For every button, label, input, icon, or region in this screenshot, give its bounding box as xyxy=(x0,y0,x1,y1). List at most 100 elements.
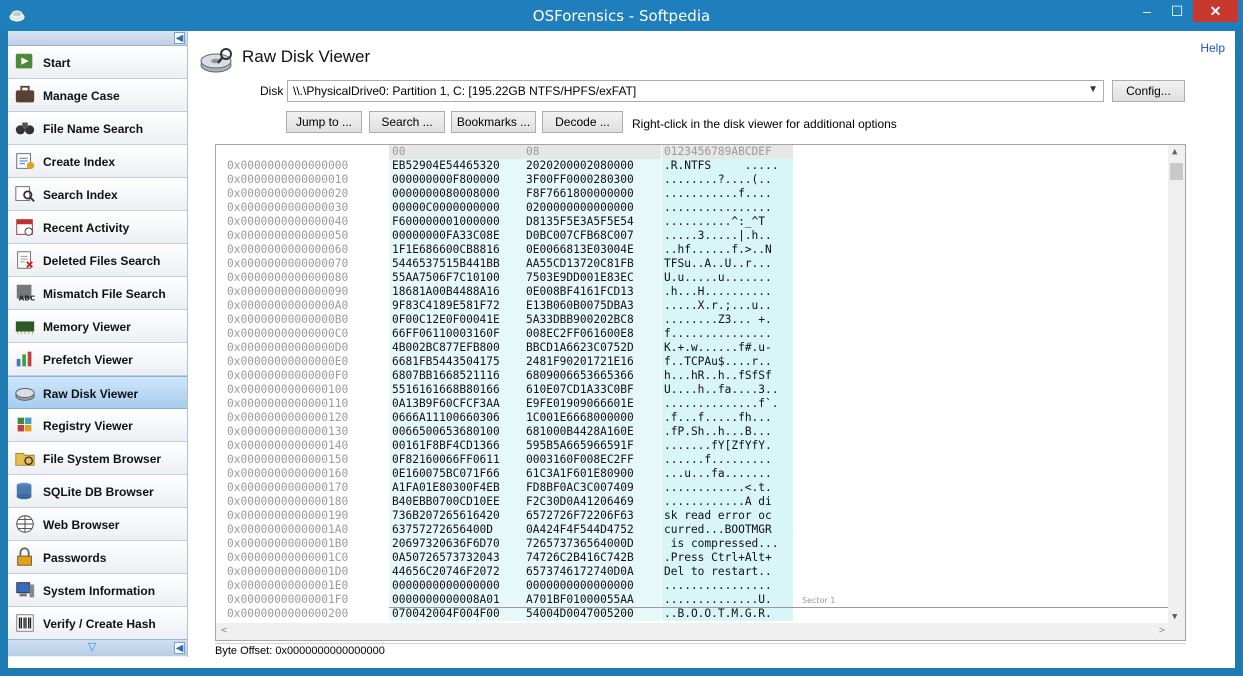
hex-bytes-0-7[interactable]: 0F00C12E0F00041E xyxy=(389,313,523,327)
hex-bytes-0-7[interactable]: F600000001000000 xyxy=(389,215,523,229)
scroll-left-icon[interactable]: < xyxy=(221,625,227,636)
ascii-text[interactable]: h...hR..h..fSfSf xyxy=(662,369,793,383)
sidebar-item-mismatch-file-search[interactable]: ABC Mismatch File Search xyxy=(8,277,187,310)
jump-to-button[interactable]: Jump to ... xyxy=(286,111,362,133)
sidebar-item-raw-disk-viewer[interactable]: Raw Disk Viewer xyxy=(8,376,187,409)
chevron-down-icon[interactable]: ▼ xyxy=(1088,84,1098,95)
hex-bytes-8-f[interactable]: 610E07CD1A33C0BF xyxy=(523,383,661,397)
hex-bytes-0-7[interactable]: B40EBB0700CD10EE xyxy=(389,495,523,509)
hex-bytes-8-f[interactable]: FD8BF0AC3C007409 xyxy=(523,481,661,495)
hex-column-1[interactable]: EB52904E54465320 000000000F800000 00000000… xyxy=(389,159,523,621)
horizontal-scrollbar[interactable]: < > xyxy=(216,623,1170,640)
ascii-text[interactable]: ..hf......f.>..N xyxy=(662,243,793,257)
maximize-button[interactable]: ☐ xyxy=(1163,0,1191,22)
hex-bytes-0-7[interactable]: 0000000000008A01 xyxy=(389,593,523,607)
hex-bytes-8-f[interactable]: 0000000000000000 xyxy=(523,579,661,593)
ascii-text[interactable]: ..........^:_^T xyxy=(662,215,793,229)
hex-bytes-0-7[interactable]: 736B207265616420 xyxy=(389,509,523,523)
hex-bytes-8-f[interactable]: BBCD1A6623C0752D xyxy=(523,341,661,355)
hex-bytes-8-f[interactable]: D8135F5E3A5F5E54 xyxy=(523,215,661,229)
hex-bytes-0-7[interactable]: 66FF06110003160F xyxy=(389,327,523,341)
hex-bytes-0-7[interactable]: 0E160075BC071F66 xyxy=(389,467,523,481)
hex-bytes-8-f[interactable]: 1C001E6668000000 xyxy=(523,411,661,425)
hex-bytes-0-7[interactable]: 0666A11100660306 xyxy=(389,411,523,425)
hex-bytes-0-7[interactable]: 1F1E686600CB8816 xyxy=(389,243,523,257)
sidebar-item-search-index[interactable]: Search Index xyxy=(8,178,187,211)
hex-bytes-0-7[interactable]: EB52904E54465320 xyxy=(389,159,523,173)
ascii-text[interactable]: ......f......... xyxy=(662,453,793,467)
hex-bytes-0-7[interactable]: 18681A00B4488A16 xyxy=(389,285,523,299)
hex-bytes-8-f[interactable]: 008EC2FF061600E8 xyxy=(523,327,661,341)
scroll-right-icon[interactable]: > xyxy=(1159,625,1165,636)
close-button[interactable]: ✕ xyxy=(1193,0,1238,22)
sidebar-item-prefetch-viewer[interactable]: Prefetch Viewer xyxy=(8,343,187,376)
hex-bytes-8-f[interactable]: F8F7661800000000 xyxy=(523,187,661,201)
hex-bytes-8-f[interactable]: 2020200002080000 xyxy=(523,159,661,173)
ascii-text[interactable]: ...u...fa....... xyxy=(662,467,793,481)
hex-bytes-0-7[interactable]: 000000000F800000 xyxy=(389,173,523,187)
hex-bytes-0-7[interactable]: 0000000080008000 xyxy=(389,187,523,201)
hex-bytes-8-f[interactable]: 7503E9DD001E83EC xyxy=(523,271,661,285)
ascii-text[interactable]: ........?....(.. xyxy=(662,173,793,187)
bookmarks-button[interactable]: Bookmarks ... xyxy=(451,111,536,133)
hex-bytes-8-f[interactable]: 6572726F72206F63 xyxy=(523,509,661,523)
ascii-text[interactable]: f............... xyxy=(662,327,793,341)
ascii-text[interactable]: f..TCPAu$....r.. xyxy=(662,355,793,369)
ascii-text[interactable]: .....3.....|.h.. xyxy=(662,229,793,243)
ascii-text[interactable]: .......fY[ZfYfY. xyxy=(662,439,793,453)
vertical-scrollbar[interactable]: ▲ ▼ xyxy=(1168,145,1185,624)
hex-bytes-0-7[interactable]: 5446537515B441BB xyxy=(389,257,523,271)
sidebar-item-sqlite-db-browser[interactable]: SQLite DB Browser xyxy=(8,475,187,508)
ascii-text[interactable]: U.u.....u....... xyxy=(662,271,793,285)
hex-bytes-0-7[interactable]: 6807BB1668521116 xyxy=(389,369,523,383)
sidebar-item-manage-case[interactable]: Manage Case xyxy=(8,79,187,112)
minimize-button[interactable]: – xyxy=(1133,0,1161,22)
hex-bytes-0-7[interactable]: 0000000000000000 xyxy=(389,579,523,593)
hex-bytes-8-f[interactable]: 54004D0047005200 xyxy=(523,607,661,621)
hex-bytes-0-7[interactable]: 9F83C4189E581F72 xyxy=(389,299,523,313)
sidebar-item-system-information[interactable]: System Information xyxy=(8,574,187,607)
hex-bytes-8-f[interactable]: 0003160F008EC2FF xyxy=(523,453,661,467)
ascii-text[interactable]: .R.NTFS ..... xyxy=(662,159,793,173)
ascii-text[interactable]: ............<.t. xyxy=(662,481,793,495)
ascii-text[interactable]: .Press Ctrl+Alt+ xyxy=(662,551,793,565)
hex-bytes-0-7[interactable]: 20697320636F6D70 xyxy=(389,537,523,551)
hex-bytes-8-f[interactable]: 2481F90201721E16 xyxy=(523,355,661,369)
hex-bytes-0-7[interactable]: 0A50726573732043 xyxy=(389,551,523,565)
hex-bytes-8-f[interactable]: 74726C2B416C742B xyxy=(523,551,661,565)
hex-column-2[interactable]: 2020200002080000 3F00FF0000280300 F8F76618… xyxy=(523,159,661,621)
scroll-up-icon[interactable]: ▲ xyxy=(1172,147,1177,157)
collapse-sidebar-button[interactable]: ◀ xyxy=(174,32,185,44)
hex-bytes-8-f[interactable]: E13B060B0075DBA3 xyxy=(523,299,661,313)
hex-bytes-8-f[interactable]: 6573746172740D0A xyxy=(523,565,661,579)
sidebar-item-recent-activity[interactable]: Recent Activity xyxy=(8,211,187,244)
sidebar-item-verify-create-hash[interactable]: Verify / Create Hash xyxy=(8,607,187,640)
ascii-text[interactable]: .h...H.......... xyxy=(662,285,793,299)
ascii-text[interactable]: sk read error oc xyxy=(662,509,793,523)
ascii-text[interactable]: ........Z3... +. xyxy=(662,313,793,327)
sidebar-item-start[interactable]: Start xyxy=(8,46,187,79)
hex-bytes-8-f[interactable]: AA55CD13720C81FB xyxy=(523,257,661,271)
hex-bytes-0-7[interactable]: 070042004F004F00 xyxy=(389,607,523,621)
hex-bytes-8-f[interactable]: 3F00FF0000280300 xyxy=(523,173,661,187)
hex-bytes-0-7[interactable]: A1FA01E80300F4EB xyxy=(389,481,523,495)
hex-bytes-8-f[interactable]: F2C30D0A41206469 xyxy=(523,495,661,509)
hex-bytes-8-f[interactable]: D0BC007CFB68C007 xyxy=(523,229,661,243)
scroll-down-icon[interactable]: ▼ xyxy=(1172,612,1177,622)
ascii-text[interactable]: ................ xyxy=(662,201,793,215)
hex-bytes-0-7[interactable]: 63757272656400D xyxy=(389,523,523,537)
ascii-text[interactable]: .....X.r.;...u.. xyxy=(662,299,793,313)
search-button[interactable]: Search ... xyxy=(369,111,445,133)
ascii-text[interactable]: Del to restart.. xyxy=(662,565,793,579)
hex-bytes-8-f[interactable]: 0A424F4F544D4752 xyxy=(523,523,661,537)
hex-bytes-8-f[interactable]: 61C3A1F601E80900 xyxy=(523,467,661,481)
ascii-text[interactable]: .fP.Sh..h...B... xyxy=(662,425,793,439)
sidebar-item-create-index[interactable]: Create Index xyxy=(8,145,187,178)
ascii-text[interactable]: TFSu..A..U..r... xyxy=(662,257,793,271)
ascii-text[interactable]: .f...f.....fh... xyxy=(662,411,793,425)
hex-bytes-8-f[interactable]: E9FE01909066601E xyxy=(523,397,661,411)
sidebar-item-passwords[interactable]: Passwords xyxy=(8,541,187,574)
scroll-thumb[interactable] xyxy=(1170,163,1183,180)
ascii-text[interactable]: U....h..fa....3.. xyxy=(662,383,793,397)
sidebar-item-file-name-search[interactable]: File Name Search xyxy=(8,112,187,145)
